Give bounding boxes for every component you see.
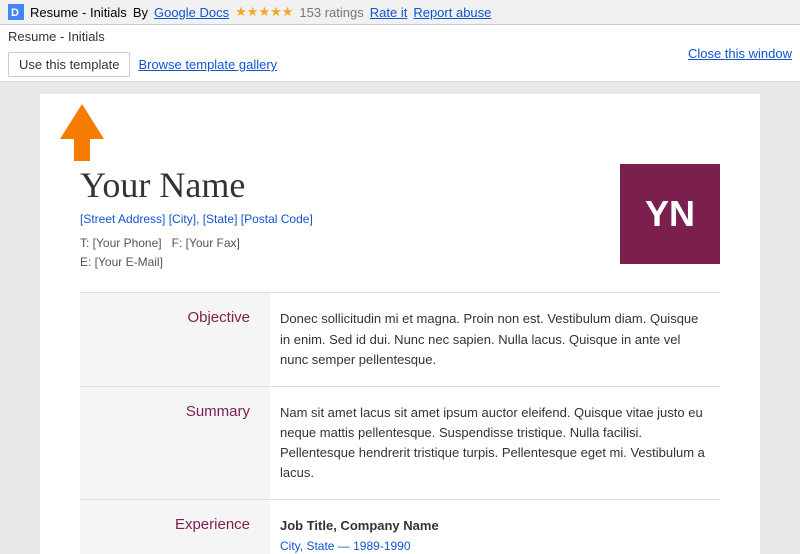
doc-title: Resume - Initials [30, 5, 127, 20]
close-window-link[interactable]: Close this window [688, 46, 792, 61]
resume-sections-table: ObjectiveDonec sollicitudin mi et magna.… [80, 292, 720, 554]
browse-gallery-link[interactable]: Browse template gallery [138, 57, 277, 72]
author-link[interactable]: Google Docs [154, 5, 229, 20]
use-template-button[interactable]: Use this template [8, 52, 130, 77]
resume-contact: T: [Your Phone] F: [Your Fax] E: [Your E… [80, 234, 313, 272]
action-bar-title: Resume - Initials [8, 29, 105, 44]
resume-email: E: [Your E-Mail] [80, 255, 163, 269]
resume-phone: T: [Your Phone] [80, 236, 162, 250]
svg-text:D: D [11, 7, 19, 19]
section-label: Objective [80, 293, 270, 386]
resume-name: Your Name [80, 164, 313, 206]
resume-header: Your Name [Street Address] [City], [Stat… [80, 164, 720, 272]
resume-name-section: Your Name [Street Address] [City], [Stat… [80, 164, 313, 272]
job-title: Job Title, Company Name [280, 516, 710, 536]
action-bar: Resume - Initials Use this template Brow… [0, 25, 800, 82]
section-label: Summary [80, 386, 270, 500]
section-content: Job Title, Company NameCity, State — 198… [270, 500, 720, 554]
doc-page: Your Name [Street Address] [City], [Stat… [40, 94, 760, 554]
section-row: SummaryNam sit amet lacus sit amet ipsum… [80, 386, 720, 500]
job-location: City, State — 1989-1990 [280, 537, 710, 554]
initials-box: YN [620, 164, 720, 264]
resume-address: [Street Address] [City], [State] [Postal… [80, 212, 313, 226]
ratings-count: 153 ratings [299, 5, 363, 20]
stars[interactable]: ★★★★★ [235, 4, 293, 20]
section-row: ObjectiveDonec sollicitudin mi et magna.… [80, 293, 720, 386]
preview-area: Your Name [Street Address] [City], [Stat… [0, 82, 800, 554]
resume-fax: F: [Your Fax] [172, 236, 240, 250]
top-bar: D Resume - Initials By Google Docs ★★★★★… [0, 0, 800, 25]
section-row: ExperienceJob Title, Company NameCity, S… [80, 500, 720, 554]
section-content: Donec sollicitudin mi et magna. Proin no… [270, 293, 720, 386]
section-label: Experience [80, 500, 270, 554]
favicon-icon: D [8, 4, 24, 20]
section-content: Nam sit amet lacus sit amet ipsum auctor… [270, 386, 720, 500]
rate-link[interactable]: Rate it [370, 5, 408, 20]
by-label: By [133, 5, 148, 20]
arrow-indicator [60, 104, 104, 161]
initials-text: YN [645, 193, 695, 235]
abuse-link[interactable]: Report abuse [413, 5, 491, 20]
